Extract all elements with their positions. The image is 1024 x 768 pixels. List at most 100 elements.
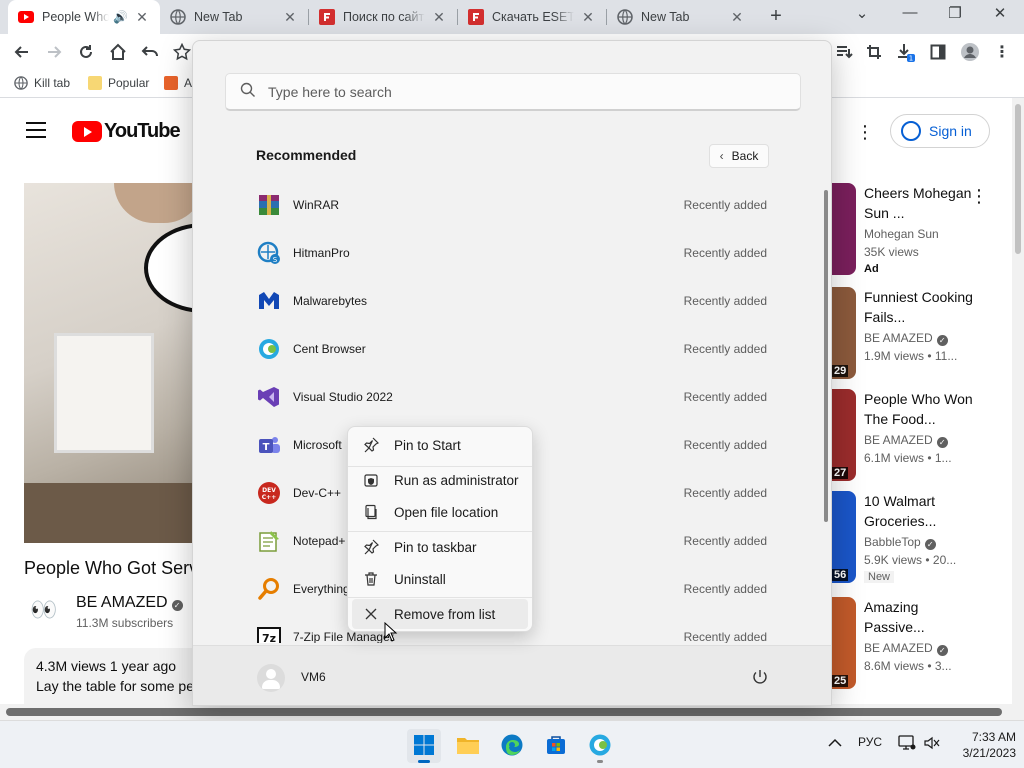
power-icon[interactable] [751, 668, 769, 686]
svg-text:T: T [263, 442, 270, 453]
page-vertical-scrollbar[interactable] [1012, 98, 1024, 704]
recommended-video-item[interactable]: 56 10 Walmart Groceries... BabbleTop ✓ 5.9K … [832, 491, 1002, 587]
menu-item-open-file-location[interactable]: Open file location [352, 497, 528, 527]
menu-item-uninstall[interactable]: Uninstall [352, 564, 528, 594]
youtube-wordmark: YouTube [104, 120, 181, 142]
undo-icon[interactable] [140, 42, 160, 62]
download-icon[interactable]: 1 [896, 42, 916, 62]
close-tab-icon[interactable]: ✕ [282, 9, 298, 25]
hitmanpro-icon: S [257, 241, 281, 265]
youtube-icon [18, 9, 34, 25]
start-search-box[interactable]: Type here to search [225, 73, 801, 111]
shield-icon [362, 471, 380, 489]
taskbar-store[interactable] [539, 729, 573, 763]
start-list-scrollbar[interactable] [824, 190, 828, 522]
recommended-video-item[interactable]: 29 Funniest Cooking Fails... BE AMAZED ✓ 1.9… [832, 287, 1002, 383]
language-indicator[interactable]: РУС [858, 735, 882, 749]
menu-item-remove-from-list[interactable]: Remove from list [352, 599, 528, 629]
new-tab-button[interactable]: + [764, 6, 788, 28]
forward-arrow-icon[interactable] [44, 42, 64, 62]
7zip-icon: 7z [257, 625, 281, 643]
app-item-malwarebytes[interactable]: Malwarebytes Recently added [241, 279, 785, 323]
close-tab-icon[interactable]: ✕ [134, 9, 150, 25]
file-explorer-icon [456, 735, 480, 758]
system-clock[interactable]: 7:33 AM 3/21/2023 [944, 729, 1016, 761]
app-name: Malwarebytes [293, 294, 368, 308]
close-tab-icon[interactable]: ✕ [431, 9, 447, 25]
video-thumbnail[interactable] [832, 183, 856, 275]
page-horizontal-scrollbar[interactable] [0, 704, 1024, 720]
settings-kebab-icon[interactable]: ⋮ [856, 122, 874, 143]
app-name: Cent Browser [293, 342, 366, 356]
bookmark-star-icon[interactable] [172, 42, 192, 62]
video-title[interactable]: Cheers Mohegan Sun ... [864, 183, 974, 223]
menu-item-pin-to-start[interactable]: Pin to Start [352, 430, 528, 460]
close-tab-icon[interactable]: ✕ [580, 9, 596, 25]
home-icon[interactable] [108, 42, 128, 62]
bookmark-popular[interactable]: Popular [88, 76, 149, 90]
video-badge: New [864, 571, 895, 583]
tab-eset-download[interactable]: Скачать ESET NOD32 ✕ [458, 0, 606, 34]
taskbar-file-explorer[interactable] [451, 729, 485, 763]
profile-avatar-icon[interactable] [960, 42, 980, 62]
scrollbar-thumb[interactable] [6, 708, 1002, 716]
pin-icon [362, 436, 380, 454]
tab-search-site[interactable]: Поиск по сайту ✕ [309, 0, 457, 34]
menu-item-pin-to-taskbar[interactable]: Pin to taskbar [352, 532, 528, 562]
svg-text:S: S [273, 256, 278, 264]
taskbar-start-button[interactable] [407, 729, 441, 763]
video-description[interactable]: 4.3M views 1 year ago Lay the table for … [24, 648, 220, 704]
menu-item-label: Pin to taskbar [394, 539, 477, 555]
restore-icon[interactable]: ❐ [941, 4, 969, 22]
recommended-video-item[interactable]: 27 People Who Won The Food... BE AMAZED ✓ 6.… [832, 389, 1002, 485]
taskbar-chrome[interactable] [583, 729, 617, 763]
tray-chevron-up-icon[interactable] [828, 735, 842, 751]
menu-item-run-as-admin[interactable]: Run as administrator [352, 465, 528, 495]
search-icon [240, 82, 256, 101]
close-tab-icon[interactable]: ✕ [729, 9, 745, 25]
app-item-winrar[interactable]: WinRAR Recently added [241, 183, 785, 227]
tab-new-tab-2[interactable]: New Tab ✕ [607, 0, 755, 34]
scrollbar-thumb[interactable] [1015, 104, 1021, 254]
user-avatar[interactable] [257, 664, 285, 692]
app-name: Notepad+ [293, 534, 346, 548]
network-icon[interactable] [898, 735, 916, 754]
bookmark-al[interactable]: Al [164, 76, 195, 90]
sign-in-button[interactable]: Sign in [890, 114, 990, 148]
video-title[interactable]: People Who Won The Food... [864, 389, 974, 429]
side-panel-icon[interactable] [928, 42, 948, 62]
app-item-hitmanpro[interactable]: S HitmanPro Recently added [241, 231, 785, 275]
chrome-menu-icon[interactable]: ⋮ [992, 42, 1012, 62]
app-item-cent-browser[interactable]: Cent Browser Recently added [241, 327, 785, 371]
youtube-logo[interactable]: YouTube [72, 120, 181, 143]
back-arrow-icon[interactable] [12, 42, 32, 62]
video-player[interactable] [24, 183, 204, 543]
recommended-video-item[interactable]: 25 Amazing Passive... BE AMAZED ✓ 8.6M views… [832, 597, 1002, 693]
verified-icon: ✓ [936, 335, 948, 346]
channel-name[interactable]: BE AMAZED ✓ [76, 594, 183, 612]
channel-avatar[interactable]: 👀 [24, 590, 64, 630]
video-title[interactable]: Amazing Passive... [864, 597, 974, 637]
volume-muted-icon[interactable] [924, 735, 940, 754]
minimize-icon[interactable]: — [896, 4, 924, 21]
video-title[interactable]: 10 Walmart Groceries... [864, 491, 974, 531]
user-name[interactable]: VM6 [301, 670, 326, 684]
taskbar-edge[interactable] [495, 729, 529, 763]
tab-title: People Who Got Served [42, 10, 110, 24]
menu-hamburger-icon[interactable] [26, 122, 46, 138]
tab-new-tab-1[interactable]: New Tab ✕ [160, 0, 308, 34]
app-item-visual-studio[interactable]: Visual Studio 2022 Recently added [241, 375, 785, 419]
crop-icon[interactable] [864, 42, 884, 62]
audio-icon[interactable]: 🔊 [113, 10, 128, 24]
app-context-menu: Pin to Start Run as administrator Open f… [347, 426, 533, 632]
bookmark-kill-tab[interactable]: Kill tab [14, 76, 70, 90]
reading-list-icon[interactable] [834, 42, 854, 62]
verified-icon: ✓ [924, 539, 936, 550]
tab-youtube[interactable]: People Who Got Served 🔊 ✕ [8, 0, 160, 34]
back-button[interactable]: ‹ Back [709, 144, 769, 168]
video-options-kebab-icon[interactable]: ⋮ [970, 186, 988, 207]
reload-icon[interactable] [76, 42, 96, 62]
close-window-icon[interactable]: ✕ [986, 4, 1014, 22]
tab-search-chevron-icon[interactable]: ⌄ [848, 4, 876, 22]
video-title[interactable]: Funniest Cooking Fails... [864, 287, 974, 327]
